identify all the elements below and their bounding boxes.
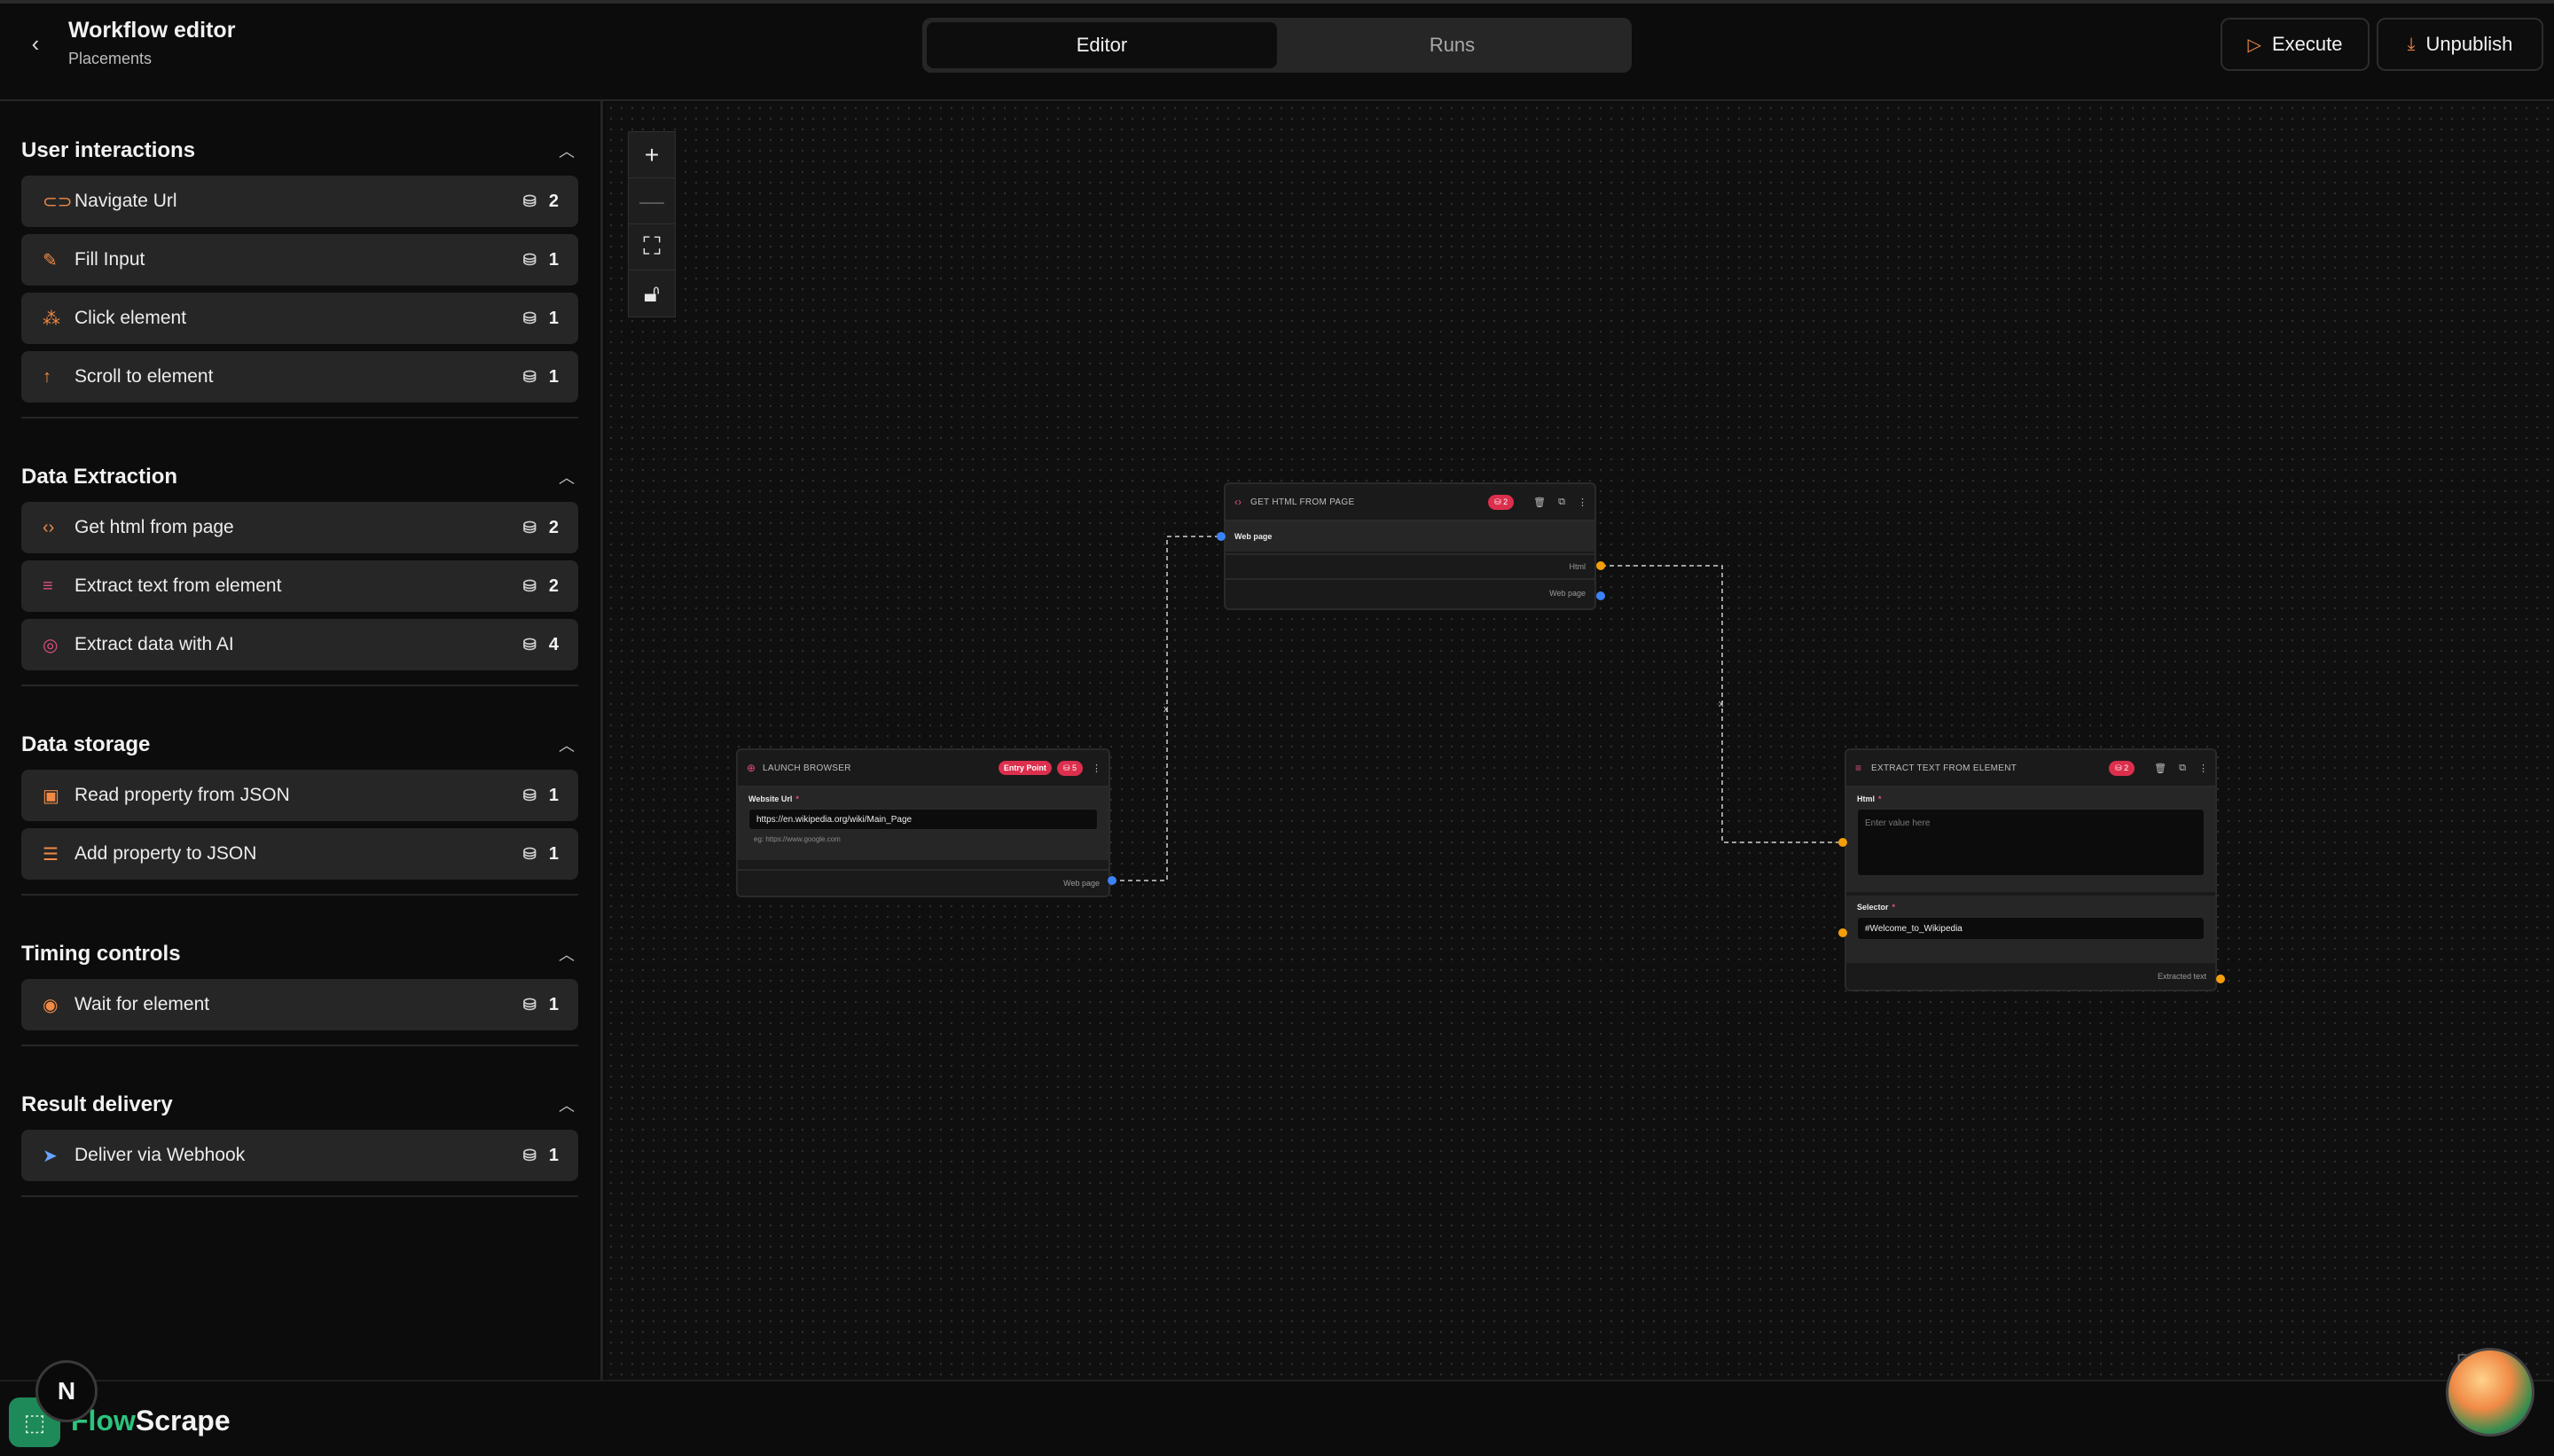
output-label: Extracted text	[2157, 972, 2206, 981]
output-label: Html	[1569, 562, 1586, 571]
text-lines-icon: ≡	[1855, 762, 1862, 774]
node-header: ≡ EXTRACT TEXT FROM ELEMENT ⛁ 2 🗑︎ ⧉ ⋮	[1846, 750, 2215, 787]
node-input-row: Web page	[1226, 521, 1594, 552]
output-handle[interactable]	[1596, 591, 1605, 600]
copy-icon[interactable]: ⧉	[1558, 497, 1565, 508]
node-launch-browser[interactable]: ⊕ LAUNCH BROWSER Entry Point ⛁ 5 ⋮ Websi…	[736, 748, 1110, 897]
input-label: Web page	[1234, 532, 1273, 541]
credit-badge: ⛁ 5	[1056, 760, 1083, 776]
edge-delete-label[interactable]: x	[1719, 699, 1724, 709]
credit-badge-value: 2	[2124, 763, 2129, 772]
node-get-html[interactable]: ‹› GET HTML FROM PAGE ⛁ 2 🗑︎ ⧉ ⋮ Web pag…	[1224, 482, 1596, 610]
node-extract-text[interactable]: ≡ EXTRACT TEXT FROM ELEMENT ⛁ 2 🗑︎ ⧉ ⋮ H…	[1845, 748, 2217, 991]
more-vertical-icon[interactable]: ⋮	[1578, 497, 1587, 508]
input-handle[interactable]	[1217, 532, 1226, 541]
field-label-text: Selector	[1857, 903, 1889, 912]
field-label: Website Url *	[748, 795, 1098, 803]
drag-handle-icon[interactable]: ⋮	[1092, 763, 1101, 774]
app-root: ‹ Workflow editor Placements Editor Runs…	[0, 0, 2554, 1456]
brand-logo-part: Scrape	[135, 1405, 231, 1436]
brand-logo[interactable]: FlowScrape	[71, 1405, 231, 1437]
required-marker: *	[795, 795, 799, 803]
trash-icon[interactable]: 🗑︎	[2154, 763, 2166, 774]
code-icon: ‹›	[1234, 496, 1242, 508]
more-vertical-icon[interactable]: ⋮	[2198, 763, 2208, 774]
edge-delete-label[interactable]: x	[1163, 704, 1169, 715]
output-handle[interactable]	[2216, 975, 2225, 983]
credit-badge: ⛁ 2	[1488, 494, 1515, 510]
output-label: Web page	[1549, 589, 1586, 598]
output-handle[interactable]	[1596, 561, 1605, 570]
entry-point-badge: Entry Point	[998, 761, 1052, 775]
credit-badge-value: 5	[1071, 763, 1077, 772]
field-label: Html *	[1857, 795, 2205, 803]
node-title: LAUNCH BROWSER	[763, 763, 851, 773]
node-output-row: Html	[1226, 553, 1594, 580]
node-header: ‹› GET HTML FROM PAGE ⛁ 2 🗑︎ ⧉ ⋮	[1226, 484, 1594, 521]
globe-icon: ⊕	[747, 762, 756, 774]
field-label: Selector *	[1857, 903, 2205, 912]
html-textarea[interactable]: Enter value here	[1857, 809, 2205, 876]
input-handle[interactable]	[1838, 928, 1847, 937]
node-output-row: Web page	[1226, 580, 1594, 607]
node-title: GET HTML FROM PAGE	[1250, 497, 1355, 507]
input-handle[interactable]	[1838, 838, 1847, 847]
trash-icon[interactable]: 🗑︎	[1533, 497, 1546, 508]
edge-layer: x x	[1112, 536, 1843, 881]
field-label-text: Website Url	[748, 795, 793, 803]
node-title: EXTRACT TEXT FROM ELEMENT	[1871, 763, 2017, 773]
node-field-selector: Selector * #Welcome_to_Wikipedia	[1846, 896, 2215, 963]
credit-badge: ⛁ 2	[2109, 760, 2135, 776]
output-label: Web page	[1063, 879, 1100, 888]
field-label-text: Html	[1857, 795, 1875, 803]
footer-bar: ⬚ FlowScrape	[0, 1380, 2554, 1456]
node-header: ⊕ LAUNCH BROWSER Entry Point ⛁ 5 ⋮	[738, 750, 1109, 787]
credit-badge-value: 2	[1503, 497, 1508, 506]
node-output-row: Web page	[738, 869, 1109, 896]
website-url-input[interactable]: https://en.wikipedia.org/wiki/Main_Page	[748, 809, 1098, 830]
copy-icon[interactable]: ⧉	[2179, 763, 2186, 774]
avatar[interactable]	[2446, 1348, 2534, 1436]
required-marker: *	[1878, 795, 1882, 803]
field-hint: eg: https://www.google.com	[754, 835, 841, 843]
required-marker: *	[1892, 903, 1896, 912]
node-field: Website Url * https://en.wikipedia.org/wi…	[738, 787, 1109, 860]
selector-input[interactable]: #Welcome_to_Wikipedia	[1857, 917, 2205, 940]
output-handle[interactable]	[1108, 876, 1116, 885]
dev-tools-badge[interactable]: N	[35, 1360, 98, 1422]
node-output-row: Extracted text	[1846, 963, 2215, 990]
node-field-html: Html * Enter value here	[1846, 787, 2215, 892]
